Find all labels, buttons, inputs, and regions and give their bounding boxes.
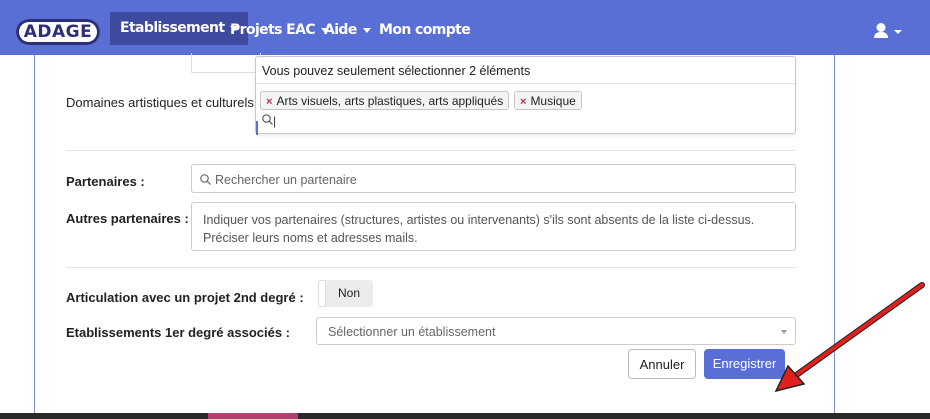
chip-label: Musique (530, 94, 576, 108)
autres-partenaires-placeholder: Indiquer vos partenaires (structures, ar… (203, 213, 755, 245)
bottom-accent (208, 413, 298, 419)
nav-etablissement-label: Etablissement (120, 20, 225, 36)
chevron-down-icon (362, 27, 371, 33)
nav-mon-compte-label: Mon compte (379, 22, 471, 38)
toggle-knob (318, 280, 326, 307)
etablissement-placeholder: Sélectionner un établissement (328, 325, 496, 339)
user-icon (874, 23, 902, 38)
domaines-multiselect[interactable]: Vous pouvez seulement sélectionner 2 élé… (255, 56, 796, 135)
divider (66, 267, 795, 268)
nav-projets-eac[interactable]: Projets EAC (230, 22, 330, 38)
selection-limit-message: Vous pouvez seulement sélectionner 2 élé… (256, 57, 795, 84)
chip-label: Arts visuels, arts plastiques, arts appl… (276, 94, 504, 108)
user-menu[interactable] (874, 22, 914, 47)
domaines-label: Domaines artistiques et culturels (66, 95, 254, 110)
multiselect-search[interactable]: | (262, 114, 276, 128)
focus-bar (256, 121, 258, 135)
selected-chip[interactable]: × Arts visuels, arts plastiques, arts app… (260, 91, 510, 110)
save-button[interactable]: Enregistrer (704, 349, 785, 379)
remove-icon[interactable]: × (266, 96, 272, 108)
partenaires-label: Partenaires : (66, 174, 145, 189)
nav-aide-label: Aide (324, 22, 357, 38)
page-bottom-strip (0, 413, 930, 419)
cancel-button[interactable]: Annuler (628, 349, 696, 379)
divider (66, 150, 795, 151)
toggle-value: Non (338, 286, 361, 300)
articulation-label: Articulation avec un projet 2nd degré : (66, 290, 304, 305)
search-icon (262, 114, 273, 125)
etablissement-select[interactable]: Sélectionner un établissement (316, 317, 796, 345)
top-navbar: ADAGE Etablissement Projets EAC Aide Mon… (0, 0, 930, 55)
etablissements-label: Etablissements 1er degré associés : (66, 325, 291, 340)
logo-text: ADAGE (23, 22, 93, 42)
remove-icon[interactable]: × (520, 96, 526, 108)
selected-chip[interactable]: × Musique (514, 91, 582, 110)
nav-mon-compte[interactable]: Mon compte (379, 22, 471, 38)
autres-partenaires-textarea[interactable]: Indiquer vos partenaires (structures, ar… (191, 202, 796, 251)
articulation-toggle[interactable]: Non (318, 280, 373, 307)
chevron-down-icon (781, 330, 787, 334)
previous-field-input[interactable] (191, 53, 261, 73)
partenaire-placeholder: Rechercher un partenaire (215, 173, 357, 187)
nav-etablissement[interactable]: Etablissement (110, 12, 249, 45)
nav-projets-eac-label: Projets EAC (230, 22, 316, 38)
partenaire-search-input[interactable]: Rechercher un partenaire (191, 164, 796, 193)
search-icon (200, 174, 211, 185)
adage-logo[interactable]: ADAGE (16, 19, 100, 45)
autres-partenaires-label: Autres partenaires : (66, 211, 189, 226)
nav-aide[interactable]: Aide (324, 22, 371, 38)
